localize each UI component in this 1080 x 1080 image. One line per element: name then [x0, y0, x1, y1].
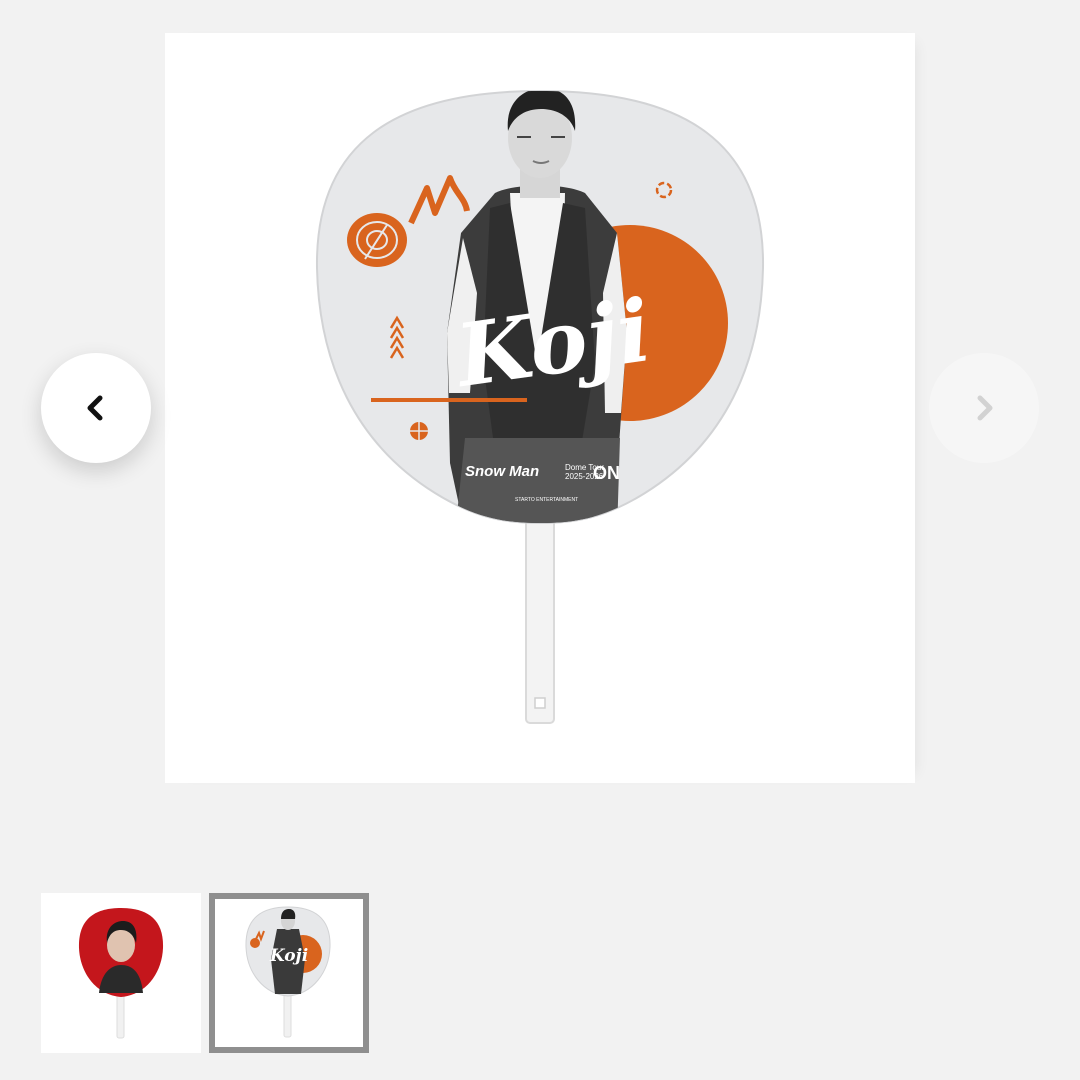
fan-handle — [525, 518, 555, 724]
chevron-right-icon — [977, 395, 993, 421]
uchiwa-fan-illustration: Koji Snow Man Dome Tour 2025-2026 ON STA… — [315, 89, 765, 724]
previous-image-button[interactable] — [41, 353, 151, 463]
chevron-left-icon — [87, 395, 103, 421]
thumbnail-koji-fan[interactable]: Koji — [209, 893, 369, 1053]
record-disc-graphic — [347, 213, 407, 267]
thumbnail-red-fan[interactable] — [41, 893, 201, 1053]
main-product-image: Koji Snow Man Dome Tour 2025-2026 ON STA… — [165, 33, 915, 783]
fan-handle-hole — [534, 697, 546, 709]
globe-graphic — [410, 422, 428, 440]
koji-fan-thumbnail-image: Koji — [245, 906, 331, 1038]
tour-suffix-text: ON — [593, 463, 620, 483]
next-image-button[interactable] — [929, 353, 1039, 463]
credit-text: STARTO ENTERTAINMENT — [515, 497, 578, 503]
thumbnail-name-text: Koji — [269, 946, 308, 966]
red-fan-thumbnail-image — [78, 908, 164, 1039]
snowman-logo-text: Snow Man — [465, 463, 539, 480]
